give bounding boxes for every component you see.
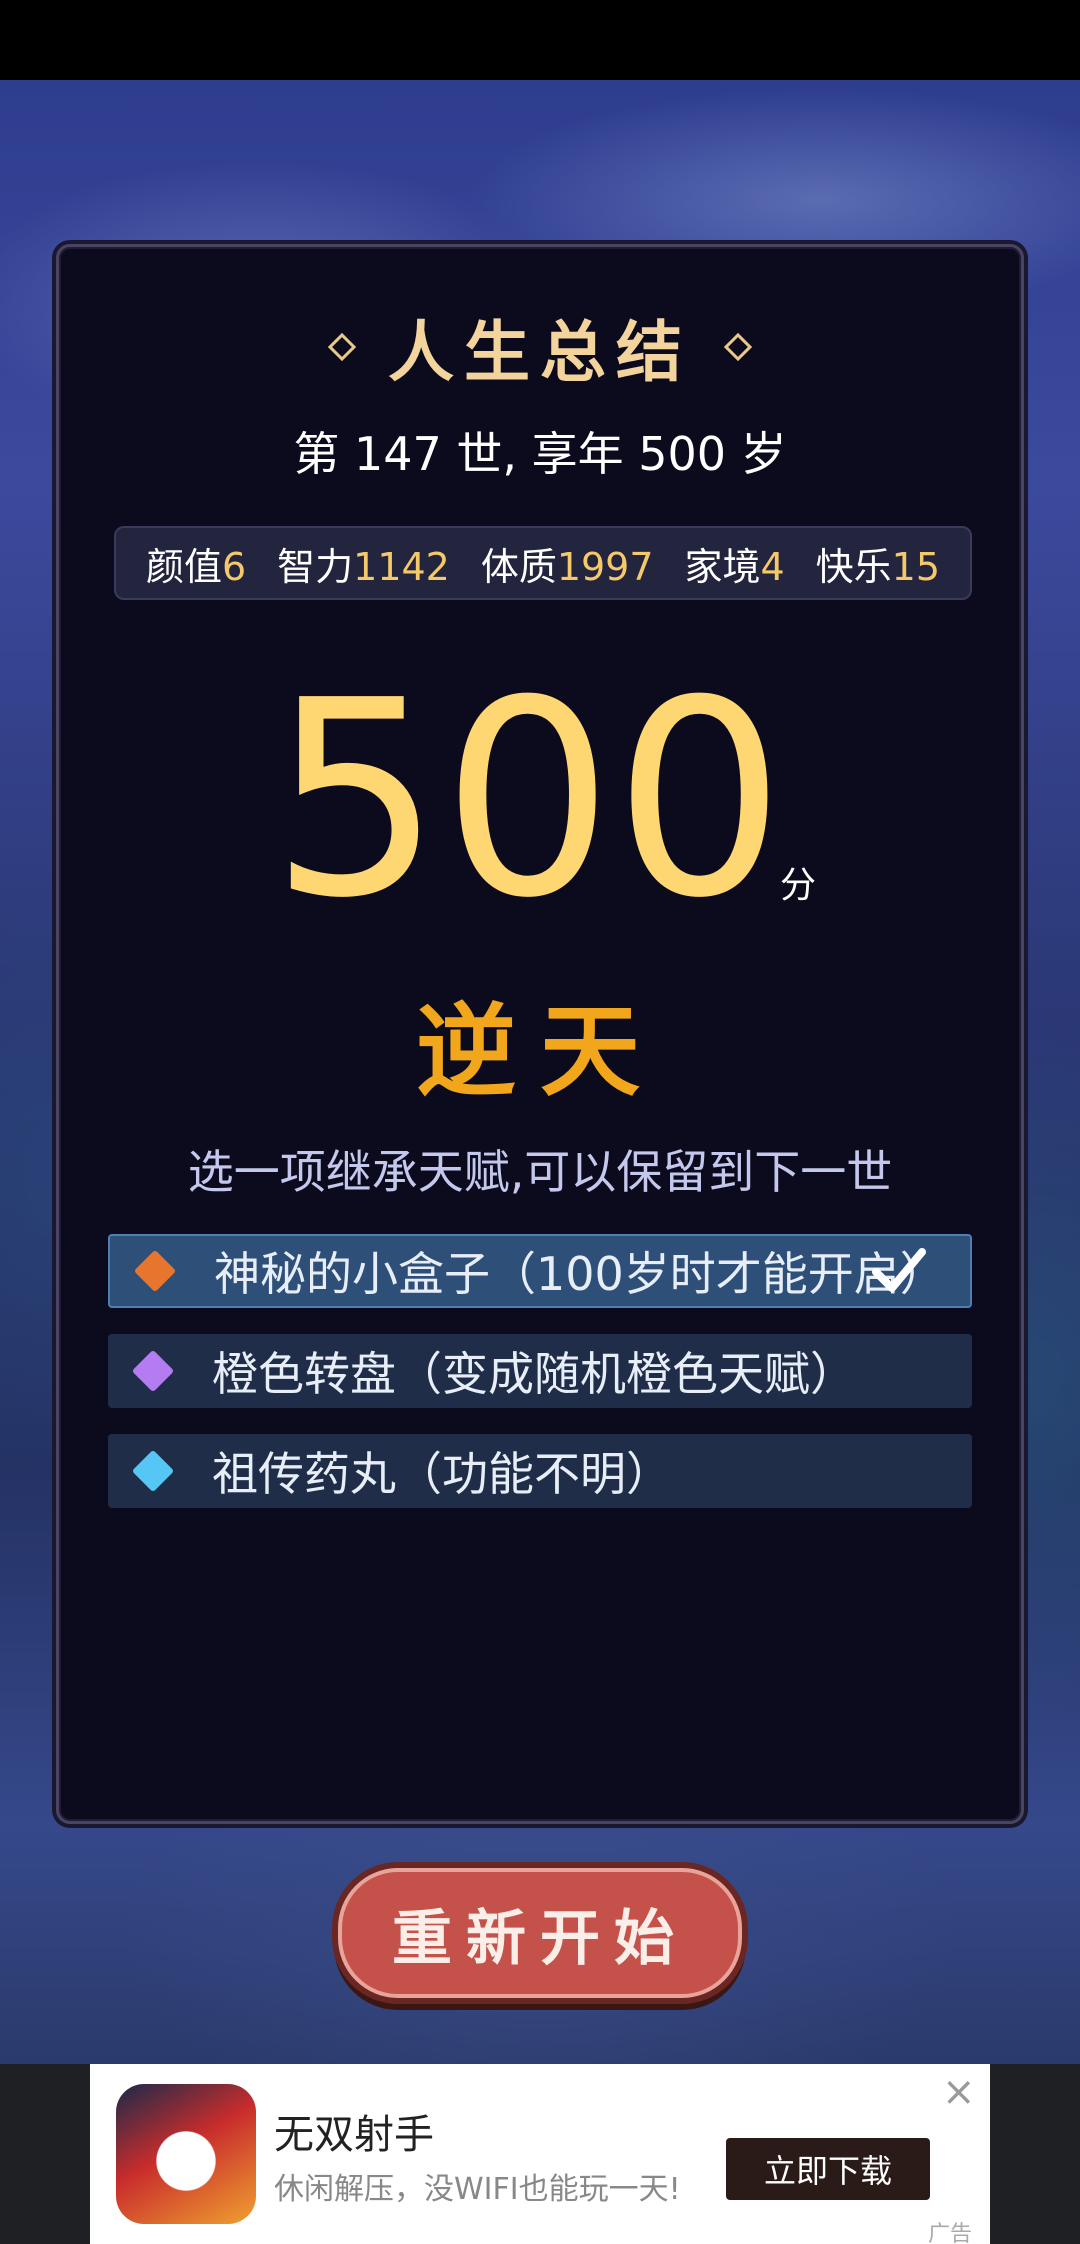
ad-tag: 广告 xyxy=(928,2222,973,2244)
stat-appearance: 颜值6 xyxy=(146,536,246,591)
talent-option-ancestral-pill[interactable]: 祖传药丸（功能不明） xyxy=(108,1434,972,1508)
restart-button[interactable]: 重新开始 xyxy=(338,1868,742,1998)
stat-label: 快乐 xyxy=(815,544,892,589)
ad-banner[interactable]: 无双射手 休闲解压，没WIFI也能玩一天! 立即下载 × 广告 xyxy=(90,2064,990,2244)
rank-title: 逆天 xyxy=(416,992,664,1110)
stat-value: 4 xyxy=(760,544,785,589)
stats-bar: 颜值6 智力1142 体质1997 家境4 快乐15 xyxy=(114,526,972,600)
orange-diamond-icon xyxy=(133,1249,177,1293)
stat-value: 1142 xyxy=(353,544,450,589)
game-app-icon[interactable] xyxy=(116,2084,256,2224)
stat-label: 颜值 xyxy=(146,544,223,589)
stat-value: 15 xyxy=(891,544,940,589)
diamond-ornament-icon xyxy=(327,332,357,362)
stat-family: 家境4 xyxy=(684,536,784,591)
summary-title: 人生总结 xyxy=(388,313,692,391)
talent-option-mystery-box[interactable]: 神秘的小盒子（100岁时才能开启） xyxy=(108,1234,972,1308)
stat-value: 1997 xyxy=(556,544,654,589)
status-bar xyxy=(0,0,1080,80)
diamond-ornament-icon xyxy=(723,332,753,362)
stat-label: 体质 xyxy=(480,544,557,589)
checkmark-icon xyxy=(872,1248,926,1292)
stat-label: 家境 xyxy=(684,544,761,589)
score-value: 500 xyxy=(270,642,786,957)
cyan-diamond-icon xyxy=(131,1449,175,1493)
stat-label: 智力 xyxy=(277,544,354,589)
talent-label: 神秘的小盒子（100岁时才能开启） xyxy=(214,1247,946,1301)
inherit-prompt: 选一项继承天赋,可以保留到下一世 xyxy=(187,1145,893,1199)
talent-label: 橙色转盘（变成随机橙色天赋） xyxy=(212,1347,856,1401)
stat-intelligence: 智力1142 xyxy=(277,536,450,591)
stat-constitution: 体质1997 xyxy=(481,536,654,591)
stat-happiness: 快乐15 xyxy=(816,536,940,591)
stat-value: 6 xyxy=(222,544,247,589)
talent-label: 祖传药丸（功能不明） xyxy=(212,1447,672,1501)
score-display: 500 分 xyxy=(270,660,850,940)
score-unit: 分 xyxy=(780,865,817,906)
summary-title-row: 人生总结 xyxy=(0,302,1080,392)
purple-diamond-icon xyxy=(131,1349,175,1393)
close-icon[interactable]: × xyxy=(942,2072,976,2112)
life-line: 第 147 世, 享年 500 岁 xyxy=(293,427,787,481)
ad-download-button[interactable]: 立即下载 xyxy=(726,2138,930,2200)
talent-option-orange-wheel[interactable]: 橙色转盘（变成随机橙色天赋） xyxy=(108,1334,972,1408)
ad-subtitle: 休闲解压，没WIFI也能玩一天! xyxy=(274,2172,681,2207)
ad-title[interactable]: 无双射手 xyxy=(274,2102,434,2160)
